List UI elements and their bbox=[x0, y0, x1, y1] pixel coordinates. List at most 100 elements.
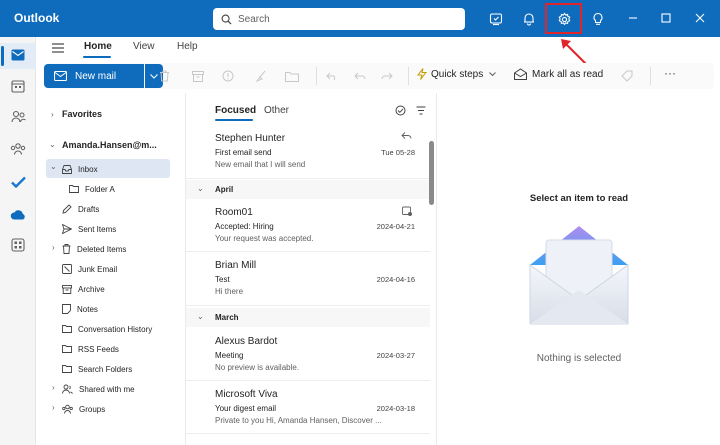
folder-item-conversation-history[interactable]: Conversation History bbox=[62, 320, 152, 338]
quick-steps-button[interactable]: Quick steps bbox=[417, 68, 497, 80]
chevron-right-icon[interactable]: › bbox=[51, 110, 54, 119]
tab-focused-underline bbox=[215, 119, 253, 121]
folder-item-shared-with-me[interactable]: Shared with me bbox=[62, 380, 135, 398]
settings-highlight-box bbox=[545, 3, 582, 34]
chevron-down-icon[interactable]: ⌄ bbox=[50, 162, 57, 171]
tab-help[interactable]: Help bbox=[177, 41, 198, 52]
message-sender: Microsoft Viva bbox=[215, 389, 278, 400]
message-sender: Alexus Bardot bbox=[215, 336, 278, 347]
new-mail-button[interactable]: New mail bbox=[44, 64, 144, 88]
more-options-button[interactable]: ··· bbox=[664, 66, 676, 80]
select-circle-icon[interactable] bbox=[395, 105, 406, 116]
sweep-icon[interactable] bbox=[253, 68, 269, 84]
chevron-right-icon[interactable]: › bbox=[52, 383, 55, 392]
reply-all-icon[interactable] bbox=[351, 68, 367, 84]
favorites-header[interactable]: Favorites bbox=[62, 109, 102, 119]
folder-icon bbox=[62, 345, 72, 353]
folder-item-sent-items[interactable]: Sent Items bbox=[62, 220, 116, 238]
tab-home-underline bbox=[83, 56, 111, 58]
reading-pane-empty-text: Nothing is selected bbox=[536, 353, 622, 364]
folder-item-drafts[interactable]: Drafts bbox=[62, 200, 99, 218]
message-preview: Private to you Hi, Amanda Hansen, Discov… bbox=[215, 416, 382, 425]
group-header-april[interactable]: ⌄ April bbox=[186, 180, 430, 199]
app-title: Outlook bbox=[14, 11, 60, 25]
close-icon[interactable] bbox=[692, 10, 708, 26]
folder-item-folder-a[interactable]: Folder A bbox=[69, 180, 115, 198]
app-rail bbox=[0, 37, 36, 445]
folder-item-archive[interactable]: Archive bbox=[62, 280, 105, 298]
report-icon[interactable] bbox=[220, 68, 236, 84]
list-item[interactable]: Alexus Bardot Meeting 2024-03-27 No prev… bbox=[186, 329, 430, 381]
toolbar-separator bbox=[650, 67, 651, 85]
undo-icon[interactable] bbox=[324, 68, 340, 84]
message-date: 2024-03-18 bbox=[376, 404, 415, 413]
tab-other[interactable]: Other bbox=[264, 105, 289, 116]
tag-icon[interactable] bbox=[619, 68, 635, 84]
send-icon bbox=[62, 224, 72, 234]
mail-icon[interactable] bbox=[8, 45, 28, 65]
my-day-icon[interactable] bbox=[486, 9, 506, 29]
folder-item-inbox[interactable]: Inbox bbox=[62, 160, 98, 178]
minimize-icon[interactable] bbox=[625, 10, 641, 26]
folder-item-notes[interactable]: Notes bbox=[62, 300, 98, 318]
list-item[interactable]: Brian Mill Test 2024-04-16 Hi there bbox=[186, 253, 430, 306]
folder-item-deleted-items[interactable]: Deleted Items bbox=[62, 240, 126, 258]
mark-all-read-button[interactable]: Mark all as read bbox=[514, 68, 603, 80]
folder-item-rss-feeds[interactable]: RSS Feeds bbox=[62, 340, 119, 358]
message-subject: Your digest email bbox=[215, 404, 277, 413]
delete-icon[interactable] bbox=[156, 68, 172, 84]
reply-icon bbox=[401, 132, 412, 139]
filter-icon[interactable] bbox=[416, 106, 426, 115]
list-item[interactable]: Stephen Hunter First email send Tue 05-2… bbox=[186, 126, 430, 179]
message-sender: Room01 bbox=[215, 207, 253, 218]
tab-home[interactable]: Home bbox=[84, 41, 112, 52]
empty-envelope-illustration bbox=[529, 226, 629, 325]
new-mail-label: New mail bbox=[75, 70, 117, 82]
list-item[interactable]: Room01 Accepted: Hiring 2024-04-21 Your … bbox=[186, 200, 430, 252]
chevron-down-icon: ⌄ bbox=[197, 312, 204, 321]
folder-pane: › Favorites ⌄ Amanda.Hansen@m... ⌄ Inbox… bbox=[36, 93, 184, 445]
apps-icon[interactable] bbox=[8, 235, 28, 255]
tab-view[interactable]: View bbox=[133, 41, 155, 52]
quick-steps-label: Quick steps bbox=[431, 68, 484, 80]
chevron-right-icon[interactable]: › bbox=[52, 243, 55, 252]
chevron-right-icon[interactable]: › bbox=[52, 403, 55, 412]
message-subject: Test bbox=[215, 275, 230, 284]
inbox-icon bbox=[62, 164, 72, 174]
onedrive-icon[interactable] bbox=[8, 204, 28, 224]
list-item[interactable]: Microsoft Viva Your digest email 2024-03… bbox=[186, 382, 430, 434]
folder-item-groups[interactable]: Groups bbox=[62, 400, 105, 418]
folder-item-junk-email[interactable]: Junk Email bbox=[62, 260, 117, 278]
account-header[interactable]: Amanda.Hansen@m... bbox=[62, 140, 157, 150]
message-preview: Your request was accepted. bbox=[215, 234, 314, 243]
bell-icon[interactable] bbox=[519, 9, 539, 29]
search-input[interactable]: Search bbox=[238, 14, 270, 25]
folder-item-search-folders[interactable]: Search Folders bbox=[62, 360, 132, 378]
hamburger-menu-icon[interactable] bbox=[52, 43, 64, 53]
message-sender: Brian Mill bbox=[215, 260, 257, 271]
people-icon[interactable] bbox=[8, 107, 28, 127]
shared-icon bbox=[62, 384, 73, 394]
todo-check-icon[interactable] bbox=[8, 172, 28, 192]
search-box[interactable]: Search bbox=[213, 8, 465, 30]
groups-icon[interactable] bbox=[8, 139, 28, 159]
lightbulb-icon[interactable] bbox=[588, 9, 608, 29]
toolbar-separator bbox=[316, 67, 317, 85]
message-subject: Meeting bbox=[215, 351, 244, 360]
move-to-folder-icon[interactable] bbox=[284, 68, 300, 84]
archive-icon[interactable] bbox=[190, 68, 206, 84]
message-list-scrollbar[interactable] bbox=[429, 141, 434, 205]
folder-icon bbox=[69, 185, 79, 193]
message-subject: Accepted: Hiring bbox=[215, 222, 274, 231]
archive-icon bbox=[62, 284, 72, 294]
group-header-march[interactable]: ⌄ March bbox=[186, 308, 430, 327]
calendar-icon[interactable] bbox=[8, 76, 28, 96]
tab-focused[interactable]: Focused bbox=[215, 105, 256, 116]
title-bar: Outlook Search bbox=[0, 0, 720, 37]
message-list: Focused Other Stephen Hunter First email… bbox=[185, 93, 437, 445]
maximize-icon[interactable] bbox=[658, 10, 674, 26]
message-date: 2024-04-16 bbox=[376, 275, 415, 284]
message-date: 2024-04-21 bbox=[376, 222, 415, 231]
forward-icon[interactable] bbox=[379, 68, 395, 84]
chevron-down-icon[interactable]: ⌄ bbox=[49, 140, 56, 149]
